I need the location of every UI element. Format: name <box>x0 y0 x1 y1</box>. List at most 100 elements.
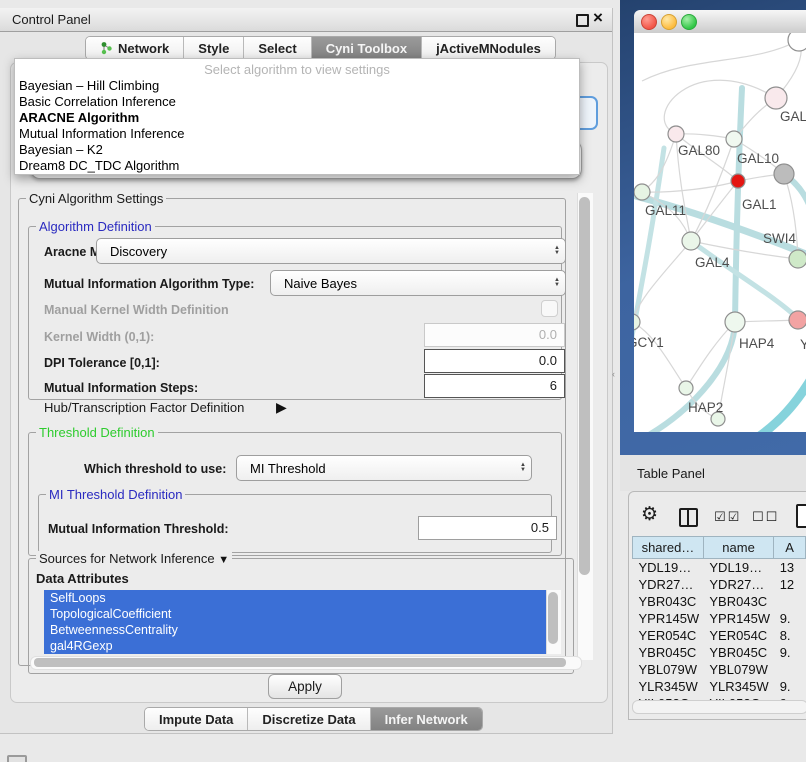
table-row[interactable]: YDR27…YDR27…12 <box>633 576 806 593</box>
mi-type-label: Mutual Information Algorithm Type: <box>44 277 254 291</box>
attribute-item[interactable]: SelfLoops <box>44 590 546 606</box>
network-node[interactable] <box>634 314 640 330</box>
network-node[interactable] <box>634 184 650 200</box>
network-node[interactable] <box>774 164 794 184</box>
network-node[interactable] <box>726 131 742 147</box>
manual-kernel-checkbox[interactable] <box>541 300 558 317</box>
table-cell: YPR145W <box>633 610 704 627</box>
mi-threshold-field[interactable]: 0.5 <box>418 516 557 540</box>
minimize-window-icon[interactable] <box>661 14 677 30</box>
table-header-cell[interactable]: name <box>703 537 773 559</box>
algorithm-dropdown: Select algorithm to view settings Bayesi… <box>14 58 580 175</box>
attribute-item[interactable]: TopologicalCoefficient <box>44 606 546 622</box>
network-node[interactable] <box>731 174 745 188</box>
table-cell: YER054C <box>703 627 773 644</box>
tab-select[interactable]: Select <box>244 37 311 59</box>
mode-tab-infer-network[interactable]: Infer Network <box>371 708 482 730</box>
which-threshold-combo[interactable]: MI Threshold ▲▼ <box>236 455 532 481</box>
document-icon[interactable] <box>796 504 806 528</box>
mi-type-combo[interactable]: Naive Bayes ▲▼ <box>270 270 566 296</box>
data-attributes-list: SelfLoopsTopologicalCoefficientBetweenne… <box>44 590 546 654</box>
tab-network[interactable]: Network <box>86 37 184 59</box>
table-cell: 9. <box>774 678 806 695</box>
data-attributes-label: Data Attributes <box>36 571 129 586</box>
tab-cyni-toolbox[interactable]: Cyni Toolbox <box>312 37 422 59</box>
float-window-icon[interactable] <box>576 14 589 27</box>
algorithm-option[interactable]: Bayesian – K2 <box>15 142 579 158</box>
table-header-cell[interactable]: shared… <box>633 537 704 559</box>
aracne-mode-combo[interactable]: Discovery ▲▼ <box>96 238 566 264</box>
tab-jactivemnodules[interactable]: jActiveMNodules <box>422 37 555 59</box>
splitter-handle[interactable]: ‹ <box>612 369 615 379</box>
mi-steps-field[interactable]: 6 <box>424 374 565 398</box>
table-row[interactable]: YBR045CYBR045C9. <box>633 644 806 661</box>
table-cell: YDL19… <box>703 559 773 577</box>
close-window-icon[interactable] <box>641 14 657 30</box>
table-header-cell[interactable]: A <box>774 537 806 559</box>
attribute-item[interactable]: gal4RGexp <box>44 638 546 654</box>
network-node[interactable] <box>789 311 806 329</box>
table-row[interactable]: YBR043CYBR043C <box>633 593 806 610</box>
network-node[interactable] <box>668 126 684 142</box>
mode-tab-impute-data[interactable]: Impute Data <box>145 708 248 730</box>
table-row[interactable]: YPR145WYPR145W9. <box>633 610 806 627</box>
algorithm-option[interactable]: ARACNE Algorithm <box>15 110 579 126</box>
attr-list-hscroll-thumb[interactable] <box>34 658 566 667</box>
algorithm-option[interactable]: Mutual Information Inference <box>15 126 579 142</box>
network-node[interactable] <box>682 232 700 250</box>
zoom-window-icon[interactable] <box>681 14 697 30</box>
split-columns-icon[interactable] <box>679 508 698 527</box>
apply-button[interactable]: Apply <box>268 674 342 699</box>
kernel-width-field[interactable]: 0.0 <box>424 323 565 347</box>
deselect-checks-icon[interactable]: ☐☐ <box>752 509 779 525</box>
table-hscroll[interactable] <box>632 700 806 714</box>
docked-panel-icon[interactable] <box>7 755 27 762</box>
tab-label: jActiveMNodules <box>436 41 541 56</box>
table-settings-gear-icon[interactable]: ⚙ <box>641 503 658 526</box>
select-all-checks-icon[interactable]: ☑☑ <box>714 509 741 525</box>
table-row[interactable]: YLR345WYLR345W9. <box>633 678 806 695</box>
dropdown-placeholder: Select algorithm to view settings <box>15 61 579 78</box>
network-node[interactable] <box>725 312 745 332</box>
table-cell: YBR043C <box>633 593 704 610</box>
mode-tab-label: Discretize Data <box>262 712 355 727</box>
mode-tab-discretize-data[interactable]: Discretize Data <box>248 708 370 730</box>
algorithm-option[interactable]: Basic Correlation Inference <box>15 94 579 110</box>
table-cell: YLR345W <box>703 678 773 695</box>
which-threshold-label: Which threshold to use: <box>84 462 226 476</box>
mi-steps-label: Mutual Information Steps: <box>44 381 198 395</box>
mi-threshold-legend: MI Threshold Definition <box>46 487 185 502</box>
panel-title: Control Panel <box>12 12 91 27</box>
table-cell: 13 <box>774 559 806 577</box>
table-cell: YDL19… <box>633 559 704 577</box>
algorithm-option[interactable]: Dream8 DC_TDC Algorithm <box>15 158 579 174</box>
table-cell: 9. <box>774 644 806 661</box>
algorithm-option[interactable]: Bayesian – Hill Climbing <box>15 78 579 94</box>
close-icon[interactable]: × <box>593 8 603 28</box>
hub-definition-label[interactable]: Hub/Transcription Factor Definition <box>44 400 244 415</box>
table-cell: 12 <box>774 576 806 593</box>
network-node[interactable] <box>679 381 693 395</box>
table-cell <box>774 661 806 678</box>
dpi-tolerance-field[interactable]: 0.0 <box>424 349 565 373</box>
network-window-titlebar[interactable] <box>634 10 806 34</box>
table-row[interactable]: YER054CYER054C8. <box>633 627 806 644</box>
settings-scrollbar-thumb[interactable] <box>579 197 590 575</box>
node-label: GAL11 <box>645 203 686 218</box>
network-node[interactable] <box>765 87 787 109</box>
network-canvas[interactable]: GALGAL80GAL10GAL1GAL11GAL4SWI4GCY1HAP4YH… <box>634 33 806 432</box>
network-node[interactable] <box>788 33 806 51</box>
attr-list-scrollbar-thumb[interactable] <box>548 592 558 644</box>
algorithm-definition-legend: Algorithm Definition <box>36 219 155 234</box>
table-row[interactable]: YDL19…YDL19…13 <box>633 559 806 577</box>
expand-right-icon[interactable]: ▶ <box>276 399 287 416</box>
tab-style[interactable]: Style <box>184 37 244 59</box>
network-node[interactable] <box>789 250 806 268</box>
collapse-down-icon[interactable]: ▼ <box>218 554 229 566</box>
table-panel-title: Table Panel <box>637 466 705 481</box>
table-row[interactable]: YBL079WYBL079W <box>633 661 806 678</box>
network-edge-thick <box>691 241 800 321</box>
table-cell: YDR27… <box>703 576 773 593</box>
network-tree-icon <box>100 41 113 55</box>
attribute-item[interactable]: BetweennessCentrality <box>44 622 546 638</box>
